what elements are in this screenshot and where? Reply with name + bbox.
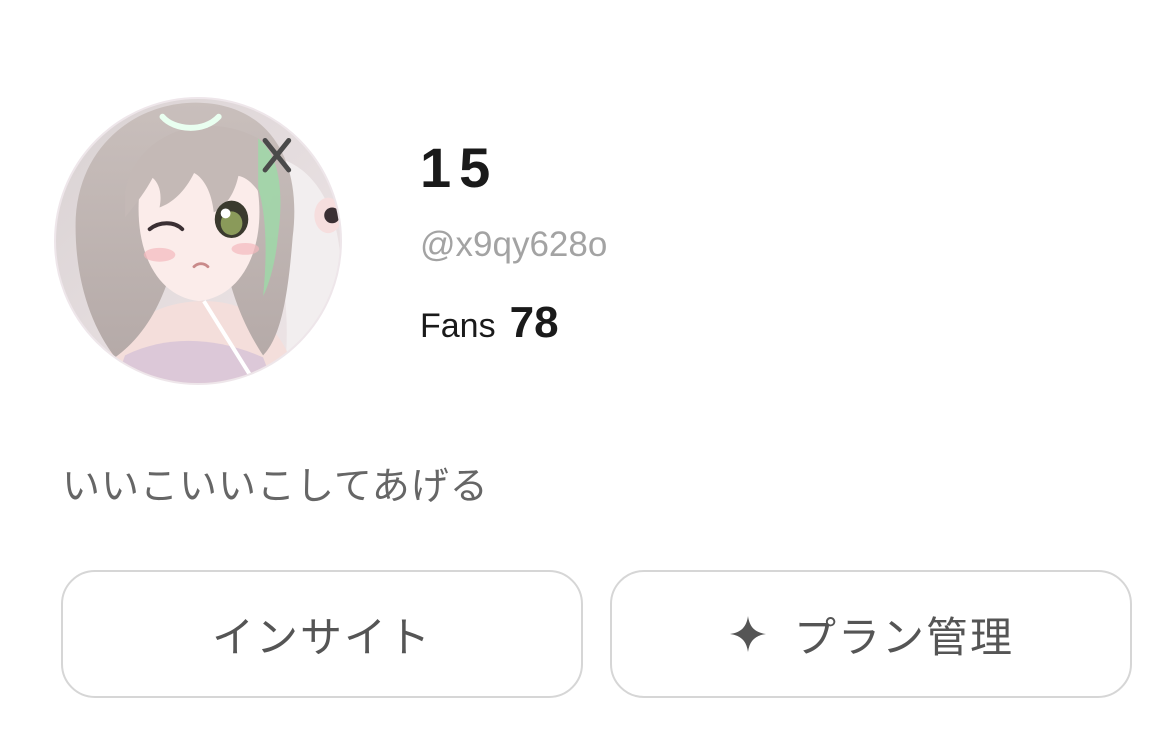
insight-button-label: インサイト — [211, 612, 432, 662]
insight-button[interactable]: インサイト — [61, 570, 583, 698]
profile-bio: いいこいいこしてあげる — [62, 464, 489, 508]
fans-label: Fans — [420, 307, 496, 345]
fans-count: 78 — [509, 298, 559, 347]
plan-management-button-label: プラン管理 — [793, 612, 1014, 662]
display-name: 15 — [420, 136, 499, 199]
avatar-illustration — [56, 99, 340, 383]
fans-stat[interactable]: Fans 78 — [420, 298, 559, 348]
username-handle: @x9qy628o — [420, 225, 608, 264]
avatar[interactable] — [54, 97, 342, 385]
sparkle-icon — [728, 614, 768, 654]
plan-management-button[interactable]: プラン管理 — [610, 570, 1132, 698]
